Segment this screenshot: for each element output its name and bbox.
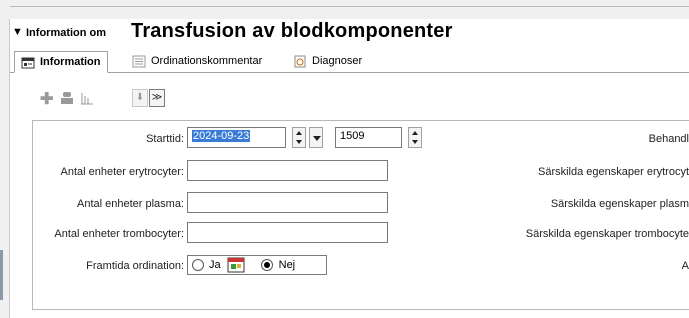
top-divider xyxy=(10,6,689,7)
collapse-arrow-icon[interactable]: ▼ xyxy=(12,26,23,38)
starttid-date-value: 2024-09-23 xyxy=(192,130,251,142)
tab-ordinationskommentar[interactable]: Ordinationskommentar xyxy=(132,51,262,71)
plasm-properties-label: Särskilda egenskaper plasm xyxy=(550,198,689,210)
radio-nej-label: Nej xyxy=(278,259,296,271)
framtida-radio-group: Ja Nej xyxy=(187,255,327,275)
tab-diagnoser-label: Diagnoser xyxy=(312,55,363,67)
tab-information[interactable]: Information xyxy=(14,51,108,73)
tab-ordinationskommentar-label: Ordinationskommentar xyxy=(151,55,263,67)
plasma-input[interactable] xyxy=(187,192,388,213)
trombocyter-input[interactable] xyxy=(187,222,388,243)
expand-icon[interactable]: ≫ xyxy=(149,89,165,107)
stamp-icon[interactable] xyxy=(60,91,74,105)
add-icon[interactable]: ✚ xyxy=(40,89,53,109)
calendar-icon[interactable] xyxy=(227,257,245,273)
erytrocyt-properties-label: Särskilda egenskaper erytrocyt xyxy=(537,166,689,178)
tab-information-label: Information xyxy=(40,56,101,68)
erytrocyter-input[interactable] xyxy=(187,160,388,181)
move-down-icon[interactable]: ⬇ xyxy=(132,89,148,107)
left-edge-bar xyxy=(0,250,3,300)
chart-icon[interactable] xyxy=(80,92,94,105)
starttid-date-input[interactable]: 2024-09-23 xyxy=(187,127,286,148)
a-label: A xyxy=(681,260,689,272)
page-title: Transfusion av blodkomponenter xyxy=(131,20,453,42)
tab-bar: Information Ordinationskommentar Diagnos… xyxy=(10,51,689,73)
starttid-label: Starttid: xyxy=(146,133,184,145)
header-prefix: Information om xyxy=(26,27,107,39)
tab-diagnoser[interactable]: Diagnoser xyxy=(293,51,362,71)
form-box xyxy=(32,120,689,310)
date-dropdown-button[interactable] xyxy=(309,127,323,148)
plasma-label: Antal enheter plasma: xyxy=(76,198,184,210)
framtida-label: Framtida ordination: xyxy=(86,260,184,272)
date-spin-button[interactable] xyxy=(292,127,306,148)
info-card-icon xyxy=(21,57,35,68)
starttid-time-input[interactable]: 1509 xyxy=(335,127,402,148)
notes-icon xyxy=(132,55,146,67)
trombocyt-properties-label: Särskilda egenskaper trombocyte xyxy=(525,228,689,240)
radio-ja[interactable] xyxy=(192,259,204,271)
erytrocyter-label: Antal enheter erytrocyter: xyxy=(60,166,184,178)
trombocyter-label: Antal enheter trombocyter: xyxy=(54,228,184,240)
diagnosis-icon xyxy=(294,55,306,67)
behandl-label: Behandl xyxy=(648,133,689,145)
radio-nej[interactable] xyxy=(260,259,273,271)
radio-ja-label: Ja xyxy=(209,259,221,271)
time-spin-button[interactable] xyxy=(408,127,422,148)
